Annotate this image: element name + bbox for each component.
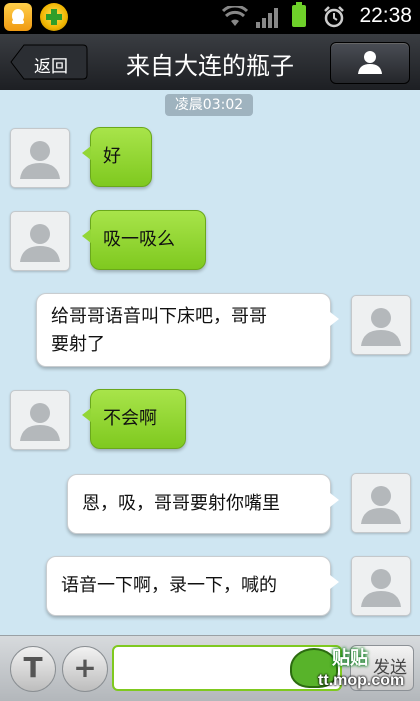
- header-bar: 返回 来自大连的瓶子: [0, 34, 420, 90]
- back-button-label: 返回: [34, 57, 68, 77]
- message-bubble[interactable]: 好: [82, 127, 152, 187]
- chat-area[interactable]: 凌晨03:02 好 吸一吸么 给哥哥语音叫下床吧，哥哥 要射了 不会啊 恩，吸，…: [0, 90, 420, 635]
- back-button[interactable]: 返回: [10, 44, 88, 80]
- text-mode-button[interactable]: T: [10, 646, 56, 692]
- message-bubble[interactable]: 吸一吸么: [82, 210, 206, 270]
- watermark-url: tt.mop.com: [318, 672, 405, 689]
- person-placeholder-icon: [361, 569, 401, 607]
- text-mode-icon: T: [23, 651, 43, 684]
- my-avatar[interactable]: [351, 556, 411, 616]
- message-line: 给哥哥语音叫下床吧，哥哥: [51, 306, 267, 327]
- sender-avatar[interactable]: [10, 128, 70, 188]
- security-app-icon[interactable]: [40, 3, 68, 31]
- person-placeholder-icon: [20, 403, 60, 441]
- message-line: 要射了: [51, 334, 105, 355]
- person-placeholder-icon: [361, 486, 401, 524]
- person-placeholder-icon: [20, 141, 60, 179]
- message-bubble[interactable]: 不会啊: [82, 389, 186, 449]
- message-bubble[interactable]: 语音一下啊，录一下，喊的: [46, 556, 339, 616]
- status-bar: 22:38: [0, 0, 420, 34]
- add-attachment-button[interactable]: +: [62, 646, 108, 692]
- person-icon: [358, 51, 382, 74]
- message-bubble[interactable]: 给哥哥语音叫下床吧，哥哥 要射了: [36, 293, 339, 367]
- sender-avatar[interactable]: [10, 390, 70, 450]
- page-title: 来自大连的瓶子: [126, 52, 294, 80]
- qq-notification-icon[interactable]: [4, 3, 32, 31]
- my-avatar[interactable]: [351, 473, 411, 533]
- person-placeholder-icon: [20, 224, 60, 262]
- watermark-title: 贴贴: [332, 648, 368, 669]
- alarm-icon: [324, 6, 344, 28]
- message-timestamp: 凌晨03:02: [165, 94, 253, 116]
- person-placeholder-icon: [361, 308, 401, 346]
- signal-icon: [256, 8, 278, 28]
- watermark: 贴贴 tt.mop.com: [290, 640, 418, 698]
- message-bubble[interactable]: 恩，吸，哥哥要射你嘴里: [67, 474, 339, 534]
- profile-button[interactable]: [330, 42, 410, 84]
- battery-icon: [292, 2, 306, 27]
- sender-avatar[interactable]: [10, 211, 70, 271]
- wifi-icon: [222, 6, 248, 26]
- my-avatar[interactable]: [351, 295, 411, 355]
- clock-time: 22:38: [359, 4, 412, 27]
- plus-icon: +: [73, 651, 97, 684]
